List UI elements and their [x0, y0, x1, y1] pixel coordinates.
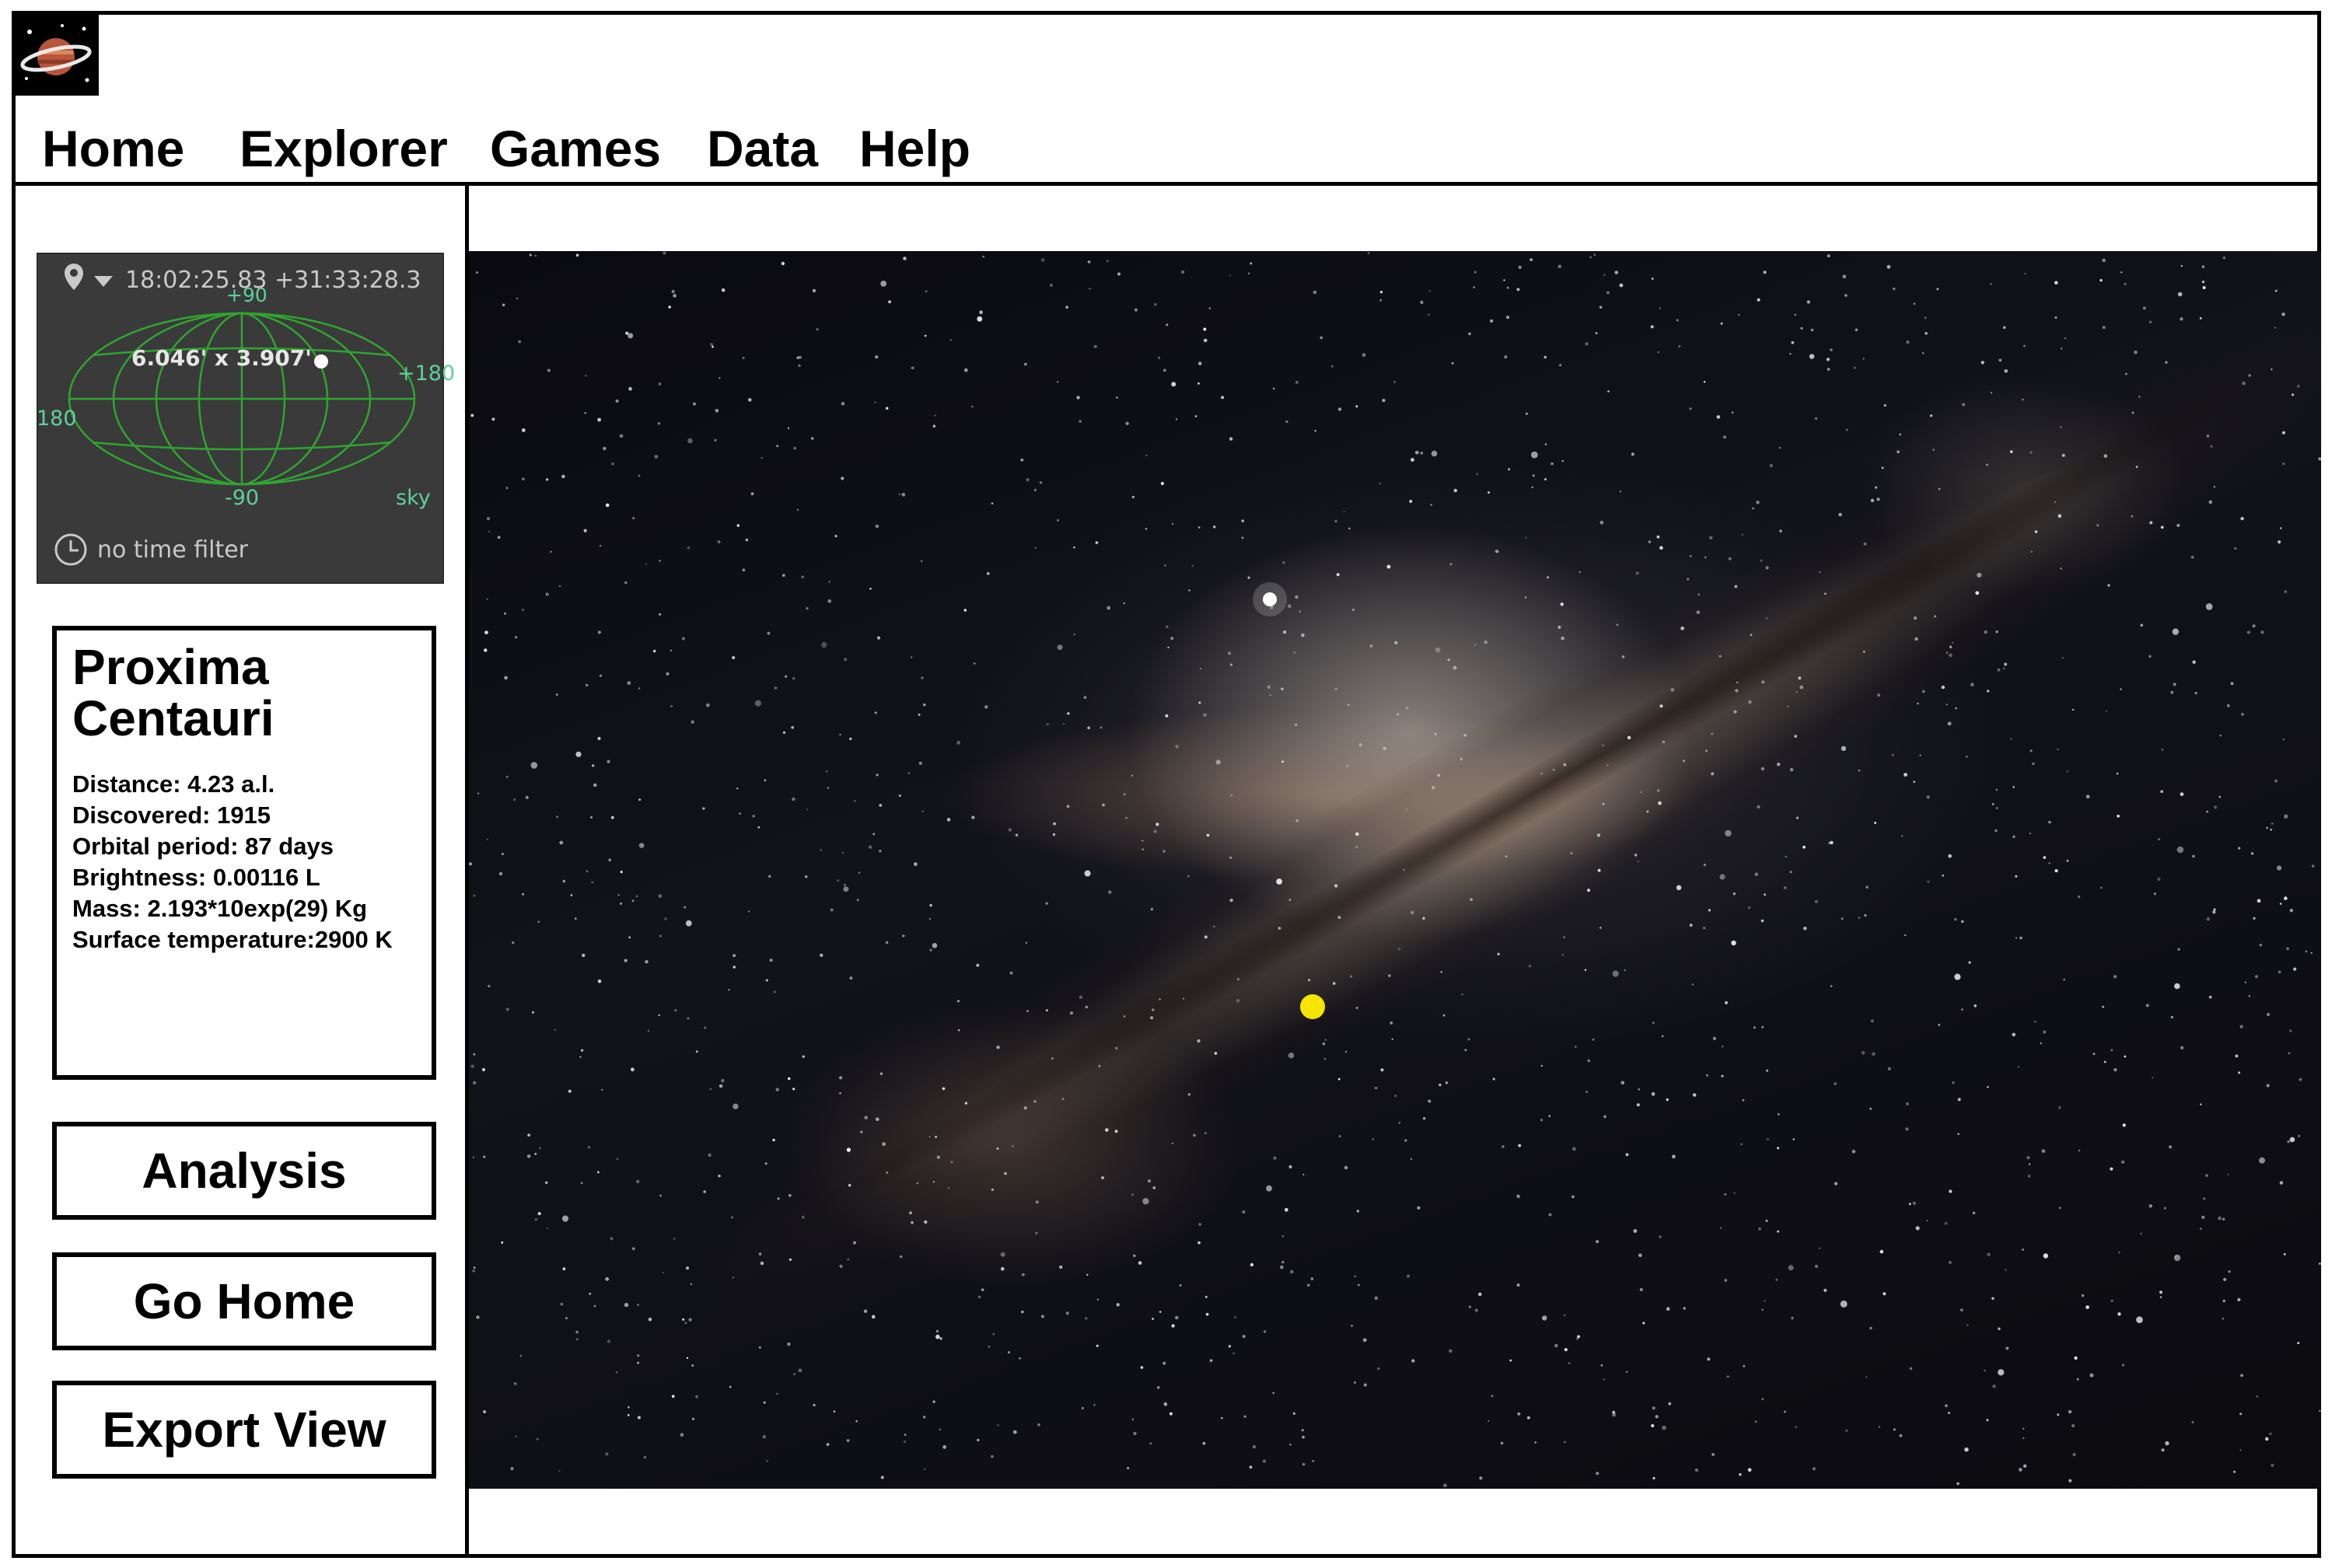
sky-minimap[interactable]: 18:02:25.83 +31:33:28.3 6.046' x 3.907' … [37, 253, 455, 584]
object-title: Proxima Centauri [72, 641, 418, 744]
object-orbital-period: Orbital period: 87 days [72, 833, 334, 860]
nav-home[interactable]: Home [42, 119, 184, 178]
nav-help[interactable]: Help [859, 119, 970, 178]
clock-icon [54, 533, 87, 566]
object-discovered: Discovered: 1915 [72, 801, 271, 829]
label-plus-180: +180 [397, 361, 456, 386]
planet-logo-icon[interactable] [16, 15, 99, 96]
object-info-panel: Proxima Centauri Distance: 4.23 a.l. Dis… [52, 626, 436, 1080]
nav-games[interactable]: Games [490, 119, 661, 178]
projection-label: sky [396, 486, 431, 510]
chevron-down-icon[interactable] [94, 276, 113, 287]
location-pin-icon[interactable] [65, 264, 83, 290]
label-minus-90: -90 [225, 486, 260, 510]
object-title-line1: Proxima [72, 639, 269, 695]
milky-way-image[interactable] [469, 251, 2321, 1489]
sky-grid [68, 312, 416, 486]
app-frame: Home Explorer Games Data Help 18:02:25.8… [12, 11, 2321, 1558]
sidebar: 18:02:25.83 +31:33:28.3 6.046' x 3.907' … [16, 186, 469, 1554]
object-brightness: Brightness: 0.00116 L [72, 864, 320, 891]
label-180: 180 [37, 407, 77, 431]
sky-viewer[interactable] [469, 186, 2321, 1554]
go-home-button[interactable]: Go Home [52, 1252, 436, 1350]
export-view-button[interactable]: Export View [52, 1381, 436, 1479]
main-nav: Home Explorer Games Data Help [16, 108, 2317, 186]
starfield [469, 251, 2321, 1488]
object-distance: Distance: 4.23 a.l. [72, 770, 275, 798]
object-surface-temperature: Surface temperature:2900 K [72, 926, 393, 953]
fov-readout: 6.046' x 3.907' [131, 345, 312, 371]
nav-data[interactable]: Data [707, 119, 818, 178]
time-filter-label[interactable]: no time filter [97, 536, 248, 564]
object-mass: Mass: 2.193*10exp(29) Kg [72, 895, 368, 922]
selected-object-marker[interactable] [1300, 994, 1325, 1019]
label-plus-90: +90 [226, 284, 267, 306]
nav-explorer[interactable]: Explorer [239, 119, 448, 178]
fov-dot-icon [314, 354, 328, 368]
analysis-button[interactable]: Analysis [52, 1122, 436, 1220]
coordinates-readout: 18:02:25.83 +31:33:28.3 [125, 267, 421, 294]
object-title-line2: Centauri [72, 690, 274, 746]
